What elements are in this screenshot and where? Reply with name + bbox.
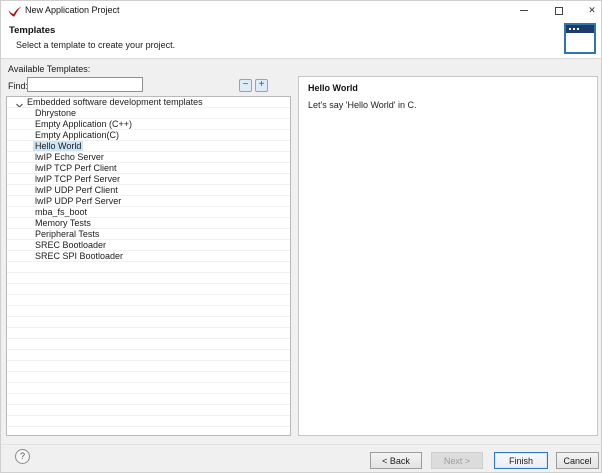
find-label: Find: — [8, 81, 28, 91]
empty-row — [7, 262, 290, 273]
list-item-label: Peripheral Tests — [35, 229, 99, 239]
minimize-button[interactable] — [514, 1, 534, 20]
template-list: Embedded software development templates … — [6, 96, 291, 436]
list-item[interactable]: lwIP UDP Perf Client — [7, 185, 290, 196]
back-button[interactable]: < Back — [370, 452, 422, 469]
list-item-label: lwIP UDP Perf Server — [35, 196, 121, 206]
empty-row — [7, 328, 290, 339]
list-item[interactable]: lwIP Echo Server — [7, 152, 290, 163]
close-icon: ✕ — [588, 6, 596, 15]
list-item[interactable]: Peripheral Tests — [7, 229, 290, 240]
footer-separator — [1, 444, 601, 445]
wizard-window-icon — [564, 23, 596, 54]
collapse-all-icon: − — [243, 79, 249, 90]
list-item-label: mba_fs_boot — [35, 207, 87, 217]
empty-row — [7, 295, 290, 306]
list-item-label: Dhrystone — [35, 108, 76, 118]
empty-row — [7, 339, 290, 350]
empty-row — [7, 317, 290, 328]
list-item[interactable]: SREC Bootloader — [7, 240, 290, 251]
template-description-panel: Hello World Let's say 'Hello World' in C… — [298, 76, 598, 436]
maximize-icon — [555, 7, 563, 15]
wizard-banner: Templates Select a template to create yo… — [1, 20, 601, 58]
list-item[interactable]: mba_fs_boot — [7, 207, 290, 218]
list-item[interactable]: Empty Application(C) — [7, 130, 290, 141]
available-templates-label: Available Templates: — [8, 64, 90, 74]
new-application-project-dialog: New Application Project ✕ Templates Sele… — [0, 0, 602, 473]
banner-separator — [1, 58, 601, 59]
page-title: Templates — [9, 25, 55, 36]
list-item[interactable]: lwIP TCP Perf Client — [7, 163, 290, 174]
empty-row — [7, 361, 290, 372]
expand-all-icon: + — [259, 79, 265, 90]
description-title: Hello World — [308, 83, 358, 93]
help-button[interactable]: ? — [15, 449, 30, 464]
empty-row — [7, 273, 290, 284]
list-item-label: Empty Application (C++) — [35, 119, 132, 129]
empty-row — [7, 306, 290, 317]
list-item[interactable]: Empty Application (C++) — [7, 119, 290, 130]
empty-row — [7, 394, 290, 405]
wizard-window-icon-titlebar — [566, 25, 594, 33]
description-body: Let's say 'Hello World' in C. — [308, 100, 417, 110]
collapse-all-button[interactable]: − — [239, 79, 252, 92]
page-subtitle: Select a template to create your project… — [16, 40, 175, 50]
empty-row — [7, 383, 290, 394]
chevron-down-icon[interactable] — [16, 100, 23, 108]
list-item-label: lwIP UDP Perf Client — [35, 185, 118, 195]
find-input[interactable] — [27, 77, 143, 92]
list-item[interactable]: Dhrystone — [7, 108, 290, 119]
empty-row — [7, 350, 290, 361]
empty-row — [7, 284, 290, 295]
close-button[interactable]: ✕ — [582, 1, 602, 20]
window-title: New Application Project — [25, 5, 120, 15]
title-bar[interactable]: New Application Project ✕ — [1, 1, 601, 20]
cancel-button[interactable]: Cancel — [556, 452, 599, 469]
list-item-selected[interactable]: Hello World — [7, 141, 290, 152]
empty-row — [7, 427, 290, 436]
empty-row — [7, 405, 290, 416]
empty-row — [7, 416, 290, 427]
maximize-button[interactable] — [549, 1, 569, 20]
xilinx-logo-icon — [8, 5, 22, 17]
list-item[interactable]: lwIP UDP Perf Server — [7, 196, 290, 207]
list-item-label: SREC SPI Bootloader — [35, 251, 123, 261]
list-item-label: lwIP TCP Perf Client — [35, 163, 117, 173]
list-item-label: Memory Tests — [35, 218, 91, 228]
tree-group-label: Embedded software development templates — [27, 97, 203, 107]
list-item-label: lwIP TCP Perf Server — [35, 174, 120, 184]
next-button[interactable]: Next > — [431, 452, 483, 469]
list-item-label: lwIP Echo Server — [35, 152, 104, 162]
list-item[interactable]: lwIP TCP Perf Server — [7, 174, 290, 185]
finish-button[interactable]: Finish — [494, 452, 548, 469]
expand-all-button[interactable]: + — [255, 79, 268, 92]
list-item-label: Hello World — [33, 141, 83, 151]
list-item-label: SREC Bootloader — [35, 240, 106, 250]
list-item[interactable]: Memory Tests — [7, 218, 290, 229]
list-item-label: Empty Application(C) — [35, 130, 119, 140]
minimize-icon — [520, 10, 528, 11]
list-item[interactable]: SREC SPI Bootloader — [7, 251, 290, 262]
empty-row — [7, 372, 290, 383]
tree-group-row[interactable]: Embedded software development templates — [7, 97, 290, 108]
